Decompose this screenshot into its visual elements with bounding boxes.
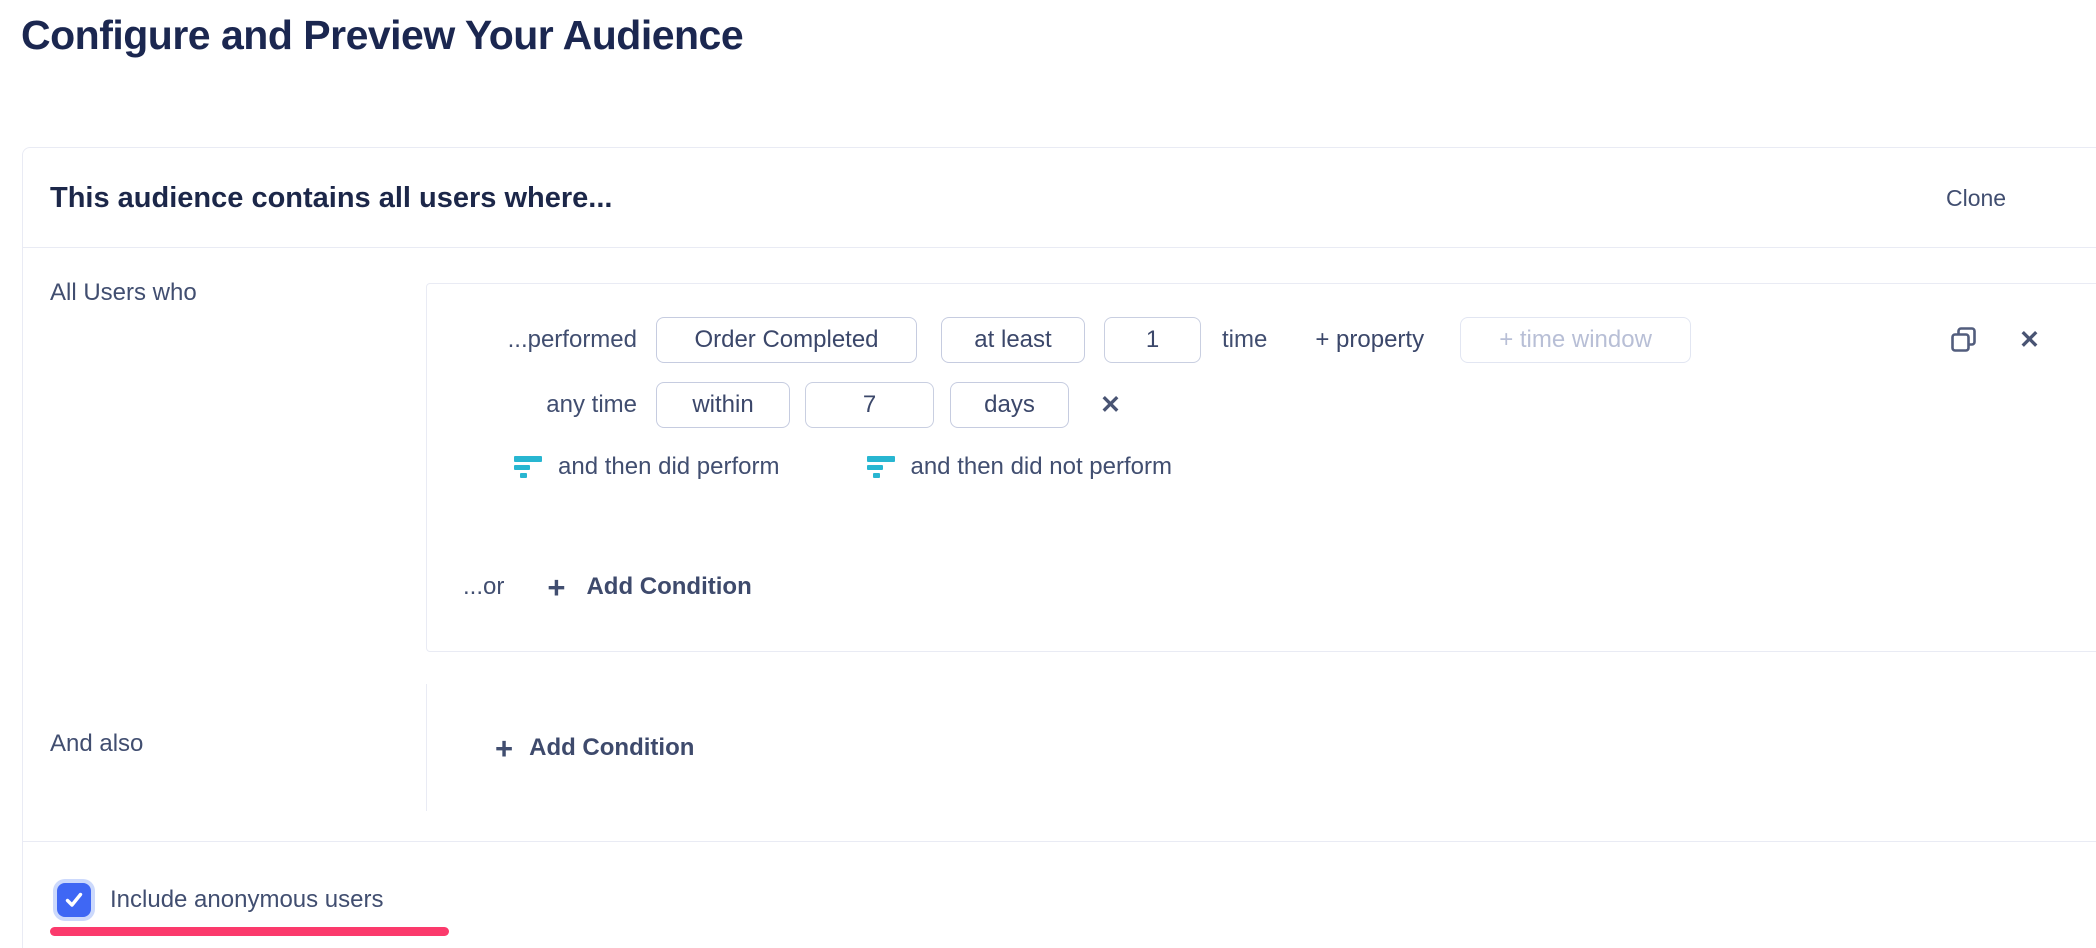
and-also-add-condition-button[interactable]: + Add Condition [495,728,694,768]
plus-icon[interactable]: + [547,572,565,603]
anytime-prefix-label: any time [427,391,637,419]
then-did-perform-button[interactable]: and then did perform [558,453,779,481]
include-anonymous-label: Include anonymous users [110,886,384,914]
condition-group: ...performed Order Completed at least ti… [426,283,2096,652]
count-input[interactable] [1104,317,1201,363]
highlight-underline [50,927,449,936]
or-add-condition-row: ...or + Add Condition [427,567,2096,607]
add-property-button[interactable]: + property [1315,326,1424,354]
section-divider [23,841,2096,842]
clone-button[interactable]: Clone [1946,148,2006,248]
and-also-divider [426,684,427,811]
and-also-label: And also [50,730,143,758]
audience-card: This audience contains all users where..… [22,147,2096,948]
remove-condition-icon[interactable]: ✕ [2019,328,2040,353]
condition-row-time: any time within days ✕ [427,382,2096,428]
card-header: This audience contains all users where..… [23,148,2096,248]
count-unit-label: time [1222,326,1267,354]
window-value-input[interactable] [805,382,934,428]
add-condition-label: Add Condition [529,734,694,762]
then-did-not-perform-button[interactable]: and then did not perform [910,453,1172,481]
remove-time-window-icon[interactable]: ✕ [1100,393,1121,418]
duplicate-condition-icon[interactable] [1949,325,1979,355]
window-unit-button[interactable]: days [950,382,1069,428]
plus-icon: + [495,733,513,764]
page-title: Configure and Preview Your Audience [21,12,743,59]
event-select-button[interactable]: Order Completed [656,317,917,363]
card-title: This audience contains all users where..… [50,148,612,248]
within-select-button[interactable]: within [656,382,790,428]
filter-funnel-icon [867,456,895,478]
include-anonymous-checkbox[interactable] [57,883,91,917]
funnel-actions-row: and then did perform and then did not pe… [427,447,2096,487]
condition-row-performed: ...performed Order Completed at least ti… [427,317,2096,363]
performed-prefix-label: ...performed [427,326,637,354]
time-window-input[interactable] [1460,317,1691,363]
include-anonymous-row: Include anonymous users [53,878,384,922]
add-condition-button[interactable]: Add Condition [586,573,751,601]
operator-select-button[interactable]: at least [941,317,1085,363]
or-label: ...or [463,573,504,601]
all-users-label: All Users who [50,279,197,307]
check-icon [63,889,85,911]
filter-funnel-icon [514,456,542,478]
